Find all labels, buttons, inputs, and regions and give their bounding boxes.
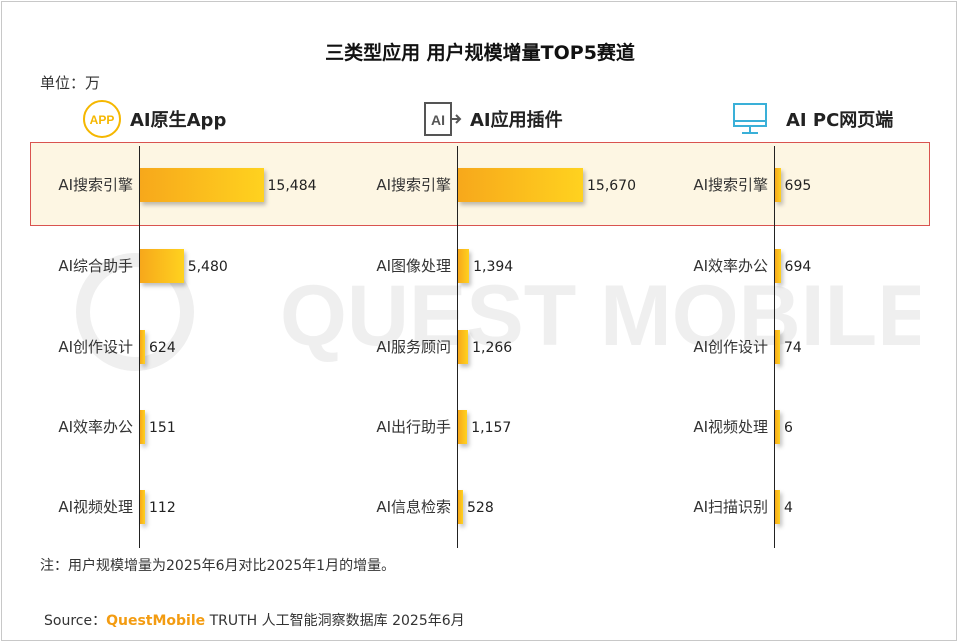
monitor-icon: [732, 102, 768, 136]
bar: [458, 330, 469, 364]
category-label: AI服务顾问: [376, 338, 451, 356]
bar: [140, 249, 184, 283]
category-label: AI扫描识别: [693, 498, 768, 516]
value-label: 1,157: [471, 420, 512, 436]
category-label: AI综合助手: [58, 257, 133, 275]
value-label: 528: [467, 500, 494, 516]
category-label: AI搜索引擎: [693, 176, 768, 194]
plugin-icon: AI: [424, 102, 462, 136]
value-label: 1,394: [473, 259, 514, 275]
bar: [458, 410, 468, 444]
value-label: 15,670: [587, 178, 636, 194]
source-brand: QuestMobile: [106, 613, 206, 629]
column-title: AI PC网页端: [786, 110, 894, 131]
value-label: 1,266: [472, 340, 513, 356]
column-header-native-app: APP AI原生App: [82, 100, 226, 138]
bar: [140, 490, 145, 524]
value-label: 74: [784, 340, 802, 356]
value-label: 4: [784, 500, 793, 516]
column-header-plugin: AI AI应用插件: [424, 100, 563, 138]
value-label: 15,484: [267, 178, 317, 194]
bar: [140, 168, 264, 202]
source-line: Source：QuestMobile TRUTH 人工智能洞察数据库 2025年…: [44, 610, 465, 630]
category-label: AI图像处理: [376, 257, 451, 275]
category-label: AI效率办公: [58, 418, 133, 436]
source-prefix: Source：: [44, 613, 107, 629]
bar: [140, 410, 145, 444]
value-label: 5,480: [187, 259, 228, 275]
category-label: AI搜索引擎: [376, 176, 451, 194]
bar: [458, 490, 463, 524]
footnote: 注：用户规模增量为2025年6月对比2025年1月的增量。: [40, 558, 396, 574]
value-label: 6: [784, 420, 793, 436]
bar: [458, 249, 470, 283]
bar: [775, 490, 780, 524]
bar: [775, 249, 781, 283]
app-icon: APP: [82, 99, 122, 139]
column-title: AI应用插件: [470, 110, 563, 131]
category-label: AI搜索引擎: [58, 176, 133, 194]
category-label: AI效率办公: [693, 257, 768, 275]
bar: [775, 410, 780, 444]
value-label: 694: [784, 259, 812, 275]
bar: [458, 168, 583, 202]
value-label: 624: [149, 340, 176, 356]
category-label: AI创作设计: [58, 338, 133, 356]
category-label: AI视频处理: [58, 498, 133, 516]
unit-label: 单位：万: [40, 74, 101, 92]
column-header-pc-web: AI PC网页端: [732, 100, 893, 138]
column-title: AI原生App: [130, 110, 227, 131]
category-label: AI出行助手: [376, 418, 451, 436]
bar: [140, 330, 145, 364]
app-badge-text: APP: [90, 113, 115, 127]
value-label: 695: [784, 178, 812, 194]
value-label: 151: [149, 420, 176, 436]
source-rest: TRUTH 人工智能洞察数据库 2025年6月: [205, 613, 465, 629]
bar: [775, 168, 781, 202]
plugin-glyph: AI: [431, 112, 445, 128]
value-label: 112: [149, 500, 176, 516]
bar: [775, 330, 780, 364]
category-label: AI创作设计: [693, 338, 768, 356]
chart-frame: [1, 1, 957, 641]
category-label: AI信息检索: [376, 498, 451, 516]
category-label: AI视频处理: [693, 418, 768, 436]
chart-title: 三类型应用 用户规模增量TOP5赛道: [325, 42, 635, 64]
